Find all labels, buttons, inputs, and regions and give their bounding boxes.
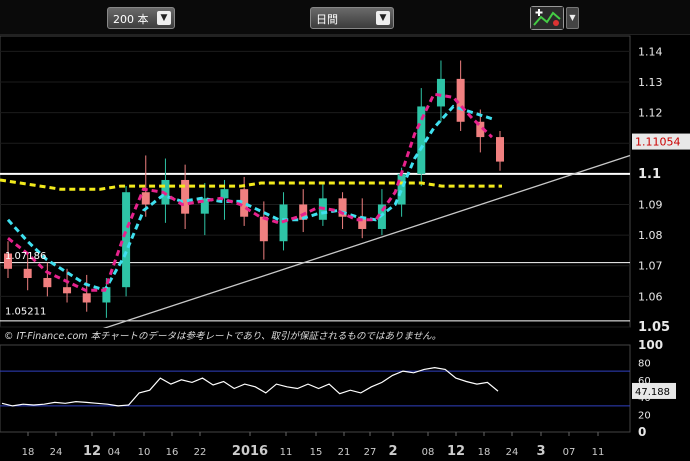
chevron-down-icon[interactable]: ▼: [376, 11, 390, 25]
candle-body: [141, 192, 150, 205]
high-label: 1.07186: [5, 251, 46, 262]
candle-body: [122, 192, 131, 288]
y-tick-label: 1.13: [638, 76, 663, 89]
chevron-down-icon[interactable]: ▼: [157, 11, 171, 25]
main-plot-frame: [0, 35, 631, 328]
rsi-y-tick-label: 20: [638, 411, 651, 422]
x-tick-label: 11: [280, 447, 293, 458]
interval-select[interactable]: 日間 ▼: [310, 7, 394, 29]
y-tick-label: 1.05: [638, 320, 670, 335]
x-tick-label: 04: [108, 447, 121, 458]
rsi-value-label: 47.188: [635, 387, 670, 398]
chart-settings-glyph: [531, 7, 563, 29]
candle-body: [496, 137, 504, 162]
candle-body: [23, 268, 32, 278]
period-select-value: 200 本: [113, 13, 149, 26]
x-tick-label: 07: [563, 447, 576, 458]
y-tick-label: 1.14: [638, 45, 663, 58]
candle-body: [397, 173, 406, 205]
copyright-text: © IT-Finance.com 本チャートのデータは参考レートであり、取引が保…: [4, 330, 441, 342]
candle-body: [436, 78, 445, 107]
rsi-y-tick-label: 0: [638, 425, 646, 439]
rsi-y-tick-label: 80: [638, 358, 651, 369]
period-select[interactable]: 200 本 ▼: [107, 7, 175, 29]
candle-body: [43, 277, 52, 288]
y-tick-label: 1.06: [638, 290, 663, 303]
x-tick-label: 10: [138, 447, 151, 458]
chart-toolbar: 200 本 ▼ 日間 ▼ ▼: [0, 0, 690, 35]
interval-select-value: 日間: [316, 13, 338, 26]
x-tick-label: 2016: [232, 444, 268, 459]
chart-area: 1.141.131.121.111.11.091.081.071.061.051…: [0, 35, 690, 459]
y-tick-label: 1.12: [638, 107, 663, 120]
candle-body: [82, 293, 91, 303]
candle-body: [63, 287, 72, 294]
x-tick-label: 15: [310, 447, 323, 458]
x-tick-label: 08: [422, 447, 435, 458]
chart-settings-icon[interactable]: [530, 6, 564, 30]
y-tick-label: 1.08: [638, 229, 663, 242]
y-tick-label: 1.09: [638, 198, 663, 211]
chevron-down-icon[interactable]: ▼: [566, 7, 579, 29]
x-tick-label: 21: [338, 447, 351, 458]
x-tick-label: 22: [194, 447, 207, 458]
y-tick-label: 1.1: [638, 167, 661, 182]
x-tick-label: 11: [592, 447, 605, 458]
x-tick-label: 2: [388, 444, 397, 459]
x-tick-label: 24: [506, 447, 519, 458]
low-label: 1.05211: [5, 306, 46, 317]
x-tick-label: 18: [478, 447, 491, 458]
x-tick-label: 12: [83, 444, 101, 459]
x-tick-label: 3: [536, 444, 545, 459]
x-tick-label: 27: [364, 447, 377, 458]
x-tick-label: 12: [447, 444, 465, 459]
rsi-plot-frame: [0, 344, 631, 433]
y-tick-label: 1.07: [638, 260, 663, 273]
x-tick-label: 18: [22, 447, 35, 458]
rsi-y-tick-label: 100: [638, 338, 663, 352]
x-tick-label: 24: [50, 447, 63, 458]
current-price-label: 1.11054: [635, 136, 681, 149]
x-tick-label: 16: [166, 447, 179, 458]
